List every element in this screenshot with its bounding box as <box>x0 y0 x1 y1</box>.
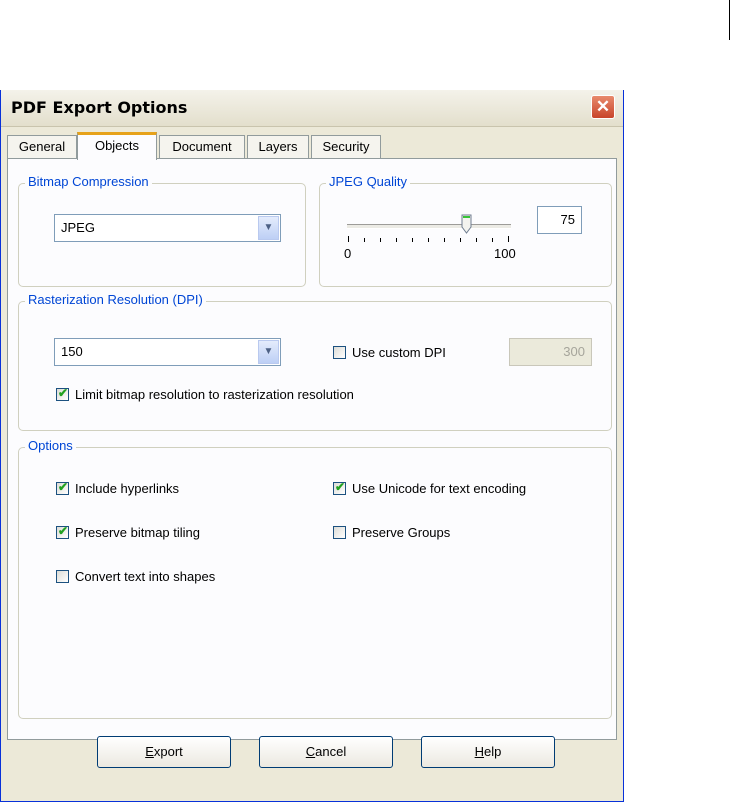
cancel-button[interactable]: Cancel <box>259 736 393 768</box>
title-bar[interactable]: PDF Export Options ✕ <box>1 90 623 127</box>
limit-bitmap-resolution-label: Limit bitmap resolution to rasterization… <box>75 387 354 402</box>
include-hyperlinks-label: Include hyperlinks <box>75 481 180 496</box>
checkbox-box <box>333 526 346 539</box>
slider-tick <box>412 238 413 242</box>
export-label: xport <box>153 744 183 759</box>
rasterization-label: Rasterization Resolution (DPI) <box>25 292 206 307</box>
slider-tick <box>396 238 397 242</box>
tab-security-label: Security <box>322 139 370 154</box>
tab-document[interactable]: Document <box>159 135 245 158</box>
checkbox-box <box>56 570 69 583</box>
include-hyperlinks-checkbox[interactable]: ✔ Include hyperlinks <box>56 480 180 496</box>
checkmark-icon: ✔ <box>335 480 346 494</box>
jpeg-quality-slider-thumb[interactable] <box>461 214 472 234</box>
checkbox-box <box>333 346 346 359</box>
slider-tick <box>460 238 461 242</box>
tab-objects-label: Objects <box>94 138 140 153</box>
slider-tick <box>380 238 381 242</box>
slider-tick <box>364 238 365 242</box>
bitmap-compression-value: JPEG <box>61 220 95 235</box>
tab-general[interactable]: General <box>7 135 77 158</box>
preserve-groups-checkbox[interactable]: Preserve Groups <box>333 525 450 540</box>
help-label: elp <box>484 744 502 759</box>
bitmap-compression-dropdown[interactable]: JPEG ▼ <box>54 214 281 242</box>
jpeg-quality-label: JPEG Quality <box>326 174 411 189</box>
custom-dpi-input[interactable]: 300 <box>509 338 592 366</box>
export-button[interactable]: Export <box>97 736 231 768</box>
slider-tick <box>476 238 477 242</box>
tab-layers[interactable]: Layers <box>247 135 309 158</box>
checkmark-icon: ✔ <box>58 524 69 538</box>
tab-objects[interactable]: Objects <box>77 132 157 160</box>
chevron-down-icon[interactable]: ▼ <box>258 216 279 240</box>
rasterization-group: Rasterization Resolution (DPI) 150 ▼ Use… <box>18 292 612 431</box>
checkmark-icon: ✔ <box>58 480 69 494</box>
slider-tick <box>508 236 509 242</box>
preserve-bitmap-tiling-checkbox[interactable]: ✔ Preserve bitmap tiling <box>56 524 200 540</box>
help-button[interactable]: Help <box>421 736 555 768</box>
slider-tick <box>444 238 445 242</box>
help-accel: H <box>474 744 485 759</box>
checkbox-box: ✔ <box>333 480 346 495</box>
close-icon: ✕ <box>595 97 611 116</box>
slider-max-label: 100 <box>494 246 516 261</box>
rasterization-dpi-value: 150 <box>61 344 83 359</box>
slider-min-label: 0 <box>344 246 352 261</box>
options-label: Options <box>25 438 76 453</box>
pdf-export-dialog: PDF Export Options ✕ General Objects Doc… <box>0 90 624 802</box>
tab-security[interactable]: Security <box>311 135 381 158</box>
jpeg-quality-input[interactable]: 75 <box>537 206 582 234</box>
checkbox-box: ✔ <box>56 386 69 401</box>
checkbox-box: ✔ <box>56 480 69 495</box>
jpeg-quality-group: JPEG Quality 0 100 75 <box>319 174 612 287</box>
chevron-down-icon[interactable]: ▼ <box>258 340 279 364</box>
window-title: PDF Export Options <box>11 98 188 117</box>
objects-panel: Bitmap Compression JPEG ▼ JPEG Quality 0… <box>7 158 617 740</box>
preserve-bitmap-tiling-label: Preserve bitmap tiling <box>75 525 200 540</box>
options-group: Options ✔ Include hyperlinks ✔ Use Unico… <box>18 438 612 719</box>
bitmap-compression-group: Bitmap Compression JPEG ▼ <box>18 174 306 287</box>
use-custom-dpi-label: Use custom DPI <box>352 345 446 360</box>
slider-tick <box>348 236 349 242</box>
rasterization-dpi-dropdown[interactable]: 150 ▼ <box>54 338 281 366</box>
page-edge-line <box>729 0 730 40</box>
export-accel: E <box>145 744 154 759</box>
tab-document-label: Document <box>172 139 232 154</box>
bitmap-compression-label: Bitmap Compression <box>25 174 152 189</box>
checkbox-box: ✔ <box>56 524 69 539</box>
use-unicode-label: Use Unicode for text encoding <box>352 481 527 496</box>
use-unicode-checkbox[interactable]: ✔ Use Unicode for text encoding <box>333 480 527 496</box>
use-custom-dpi-checkbox[interactable]: Use custom DPI <box>333 345 446 360</box>
preserve-groups-label: Preserve Groups <box>352 525 451 540</box>
close-button[interactable]: ✕ <box>591 95 615 119</box>
slider-tick <box>428 238 429 242</box>
limit-bitmap-resolution-checkbox[interactable]: ✔ Limit bitmap resolution to rasterizati… <box>56 386 354 402</box>
jpeg-quality-slider-track[interactable] <box>347 224 511 229</box>
tab-layers-label: Layers <box>258 139 298 154</box>
checkmark-icon: ✔ <box>58 386 69 400</box>
convert-text-into-shapes-checkbox[interactable]: Convert text into shapes <box>56 569 215 584</box>
convert-text-into-shapes-label: Convert text into shapes <box>75 569 216 584</box>
cancel-label: ancel <box>315 744 347 759</box>
slider-tick <box>492 238 493 242</box>
tab-general-label: General <box>18 139 66 154</box>
cancel-accel: C <box>305 744 316 759</box>
